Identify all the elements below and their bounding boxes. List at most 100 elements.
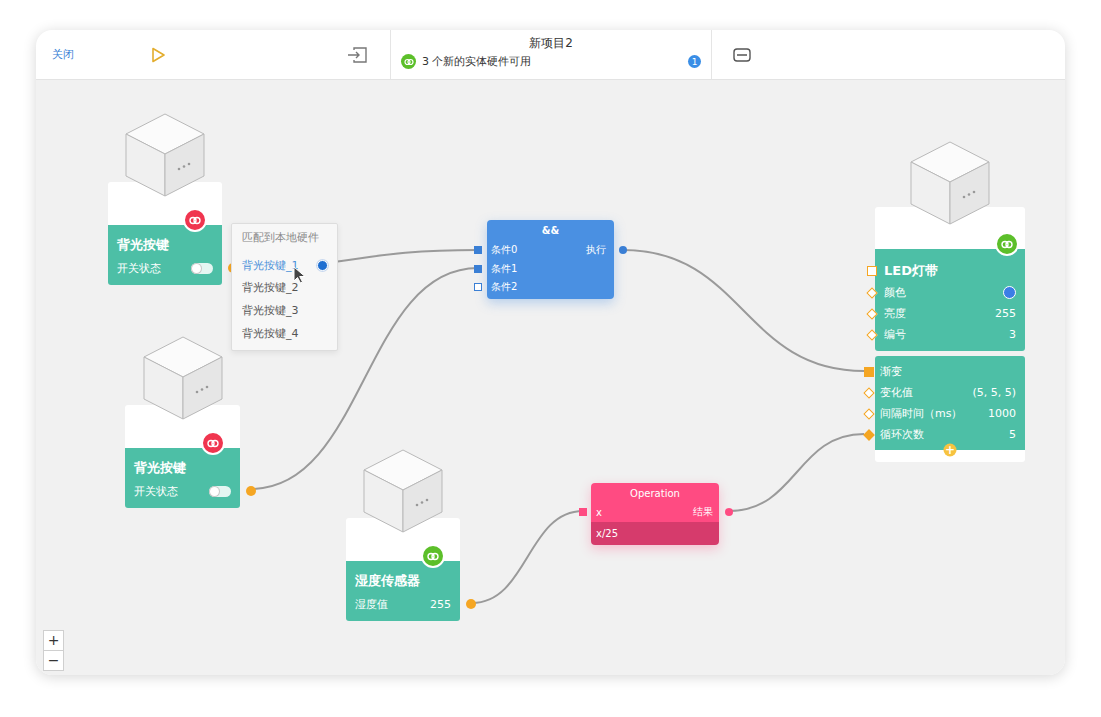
play-icon[interactable]: [150, 47, 166, 63]
field-row: 湿度值255: [355, 595, 451, 613]
project-title: 新项目2: [401, 35, 701, 51]
property-row: 循环次数5: [880, 424, 1016, 445]
hardware-node[interactable]: 背光按键开关状态: [125, 335, 240, 508]
property-row: 亮度 255: [884, 303, 1016, 324]
led-node[interactable]: LED灯带颜色亮度 255 编号 3: [875, 140, 1025, 351]
field-label: 湿度值: [355, 597, 388, 612]
input-port[interactable]: [867, 266, 877, 276]
page: 关闭新项目23 个新的实体硬件可用1背光按键开关状态背光按键开关状态湿度传感器湿…: [0, 0, 1101, 717]
color-swatch[interactable]: [1003, 286, 1016, 299]
add-button[interactable]: +: [944, 444, 957, 457]
zoom-controls: +−: [43, 630, 64, 671]
hardware-card: 背光按键开关状态: [125, 405, 240, 508]
link-status-icon[interactable]: [183, 208, 207, 232]
property-value[interactable]: 255: [995, 307, 1016, 320]
hardware-card: 背光按键开关状态: [108, 182, 222, 285]
link-status-icon[interactable]: [201, 431, 225, 455]
editor-window: 关闭新项目23 个新的实体硬件可用1背光按键开关状态背光按键开关状态湿度传感器湿…: [36, 30, 1065, 675]
input-label: 条件0: [491, 243, 517, 257]
output-port[interactable]: [619, 246, 627, 254]
input-port[interactable]: [866, 329, 877, 340]
input-port[interactable]: [579, 508, 587, 516]
wire[interactable]: [472, 511, 583, 603]
input-port[interactable]: [866, 308, 877, 319]
input-port[interactable]: [863, 408, 874, 419]
hardware-notice[interactable]: 3 个新的实体硬件可用1: [401, 54, 701, 69]
cube-icon: [140, 335, 226, 421]
switch-toggle[interactable]: [209, 486, 231, 497]
cube-icon: [360, 448, 446, 534]
input-port[interactable]: [866, 287, 877, 298]
input-label: 条件1: [491, 262, 517, 276]
property-label: 亮度: [884, 306, 906, 321]
hardware-node[interactable]: 湿度传感器湿度值255: [346, 448, 460, 621]
notice-count: 1: [688, 55, 701, 68]
hardware-node[interactable]: 背光按键开关状态: [108, 112, 222, 285]
input-label: 条件2: [491, 280, 517, 294]
property-row: 间隔时间（ms） 1000: [880, 403, 1016, 424]
toolbar: 关闭 新项目2 3 个新的实体硬件可用1: [36, 30, 1065, 80]
cube-icon: [907, 140, 993, 226]
menu-item[interactable]: 背光按键_4: [232, 322, 337, 345]
menu-item[interactable]: 背光按键_1: [232, 254, 337, 277]
import-icon[interactable]: [346, 46, 368, 64]
menu-item-label: 背光按键_2: [242, 280, 299, 295]
effect-title-row: 渐变: [880, 361, 1016, 382]
input-port[interactable]: [474, 283, 482, 291]
input-label: x: [596, 507, 602, 518]
and-node[interactable]: &&条件0执行条件1条件2: [487, 220, 614, 299]
wire[interactable]: [729, 434, 864, 511]
selected-dot: [317, 260, 328, 271]
output-port[interactable]: [466, 599, 476, 609]
zoom-button[interactable]: +: [44, 631, 63, 650]
input-port[interactable]: [863, 387, 874, 398]
node-title: LED灯带: [884, 262, 1016, 280]
toolbar-right: [712, 30, 1065, 79]
project-info: 新项目2 3 个新的实体硬件可用1: [390, 30, 712, 79]
operation-node[interactable]: Operation x 结果 x/25: [591, 483, 719, 545]
property-value[interactable]: (5, 5, 5): [972, 386, 1016, 399]
property-value[interactable]: 3: [1009, 328, 1016, 341]
cursor-icon: [293, 266, 307, 284]
node-canvas[interactable]: 背光按键开关状态背光按键开关状态湿度传感器湿度值255&&条件0执行条件1条件2…: [36, 80, 1065, 675]
node-title: Operation: [591, 483, 719, 504]
field-label: 开关状态: [117, 261, 161, 276]
effect-body: 渐变变化值 (5, 5, 5) 间隔时间（ms） 1000 循环次数5: [875, 356, 1025, 450]
close-button[interactable]: 关闭: [52, 47, 74, 62]
input-port[interactable]: [474, 265, 482, 273]
input-port[interactable]: [864, 367, 874, 377]
wire[interactable]: [623, 250, 864, 371]
property-label: 颜色: [884, 285, 906, 300]
hardware-icon[interactable]: [733, 48, 751, 62]
card-body: 背光按键开关状态: [108, 225, 222, 285]
node-title: &&: [487, 220, 614, 241]
operation-header: Operation x 结果: [591, 483, 719, 522]
property-value[interactable]: 1000: [988, 407, 1016, 420]
zoom-button[interactable]: −: [44, 650, 63, 670]
property-label: 间隔时间（ms）: [880, 406, 962, 421]
output-label: 结果: [693, 505, 713, 519]
link-status-icon[interactable]: [995, 232, 1019, 256]
io-row: x 结果: [591, 504, 719, 520]
input-port[interactable]: [474, 246, 482, 254]
cube-icon: [122, 112, 208, 198]
field-row: 开关状态: [117, 259, 213, 277]
property-value[interactable]: 5: [1009, 428, 1016, 441]
menu-item[interactable]: 背光按键_3: [232, 299, 337, 322]
output-port[interactable]: [246, 486, 256, 496]
switch-toggle[interactable]: [191, 263, 213, 274]
menu-item-label: 背光按键_4: [242, 326, 299, 341]
property-label: 编号: [884, 327, 906, 342]
menu-item-label: 背光按键_3: [242, 303, 299, 318]
link-status-icon[interactable]: [421, 544, 445, 568]
property-row: 颜色: [884, 282, 1016, 303]
input-port[interactable]: [863, 429, 874, 440]
output-port[interactable]: [725, 508, 733, 516]
property-label: 变化值: [880, 385, 913, 400]
match-menu: 匹配到本地硬件背光按键_1背光按键_2背光按键_3背光按键_4: [231, 223, 338, 351]
menu-item[interactable]: 背光按键_2: [232, 277, 337, 300]
card-body: 背光按键开关状态: [125, 448, 240, 508]
toolbar-left: 关闭: [36, 30, 390, 79]
expression[interactable]: x/25: [591, 522, 719, 545]
effect-block[interactable]: 渐变变化值 (5, 5, 5) 间隔时间（ms） 1000 循环次数5+: [875, 356, 1025, 462]
